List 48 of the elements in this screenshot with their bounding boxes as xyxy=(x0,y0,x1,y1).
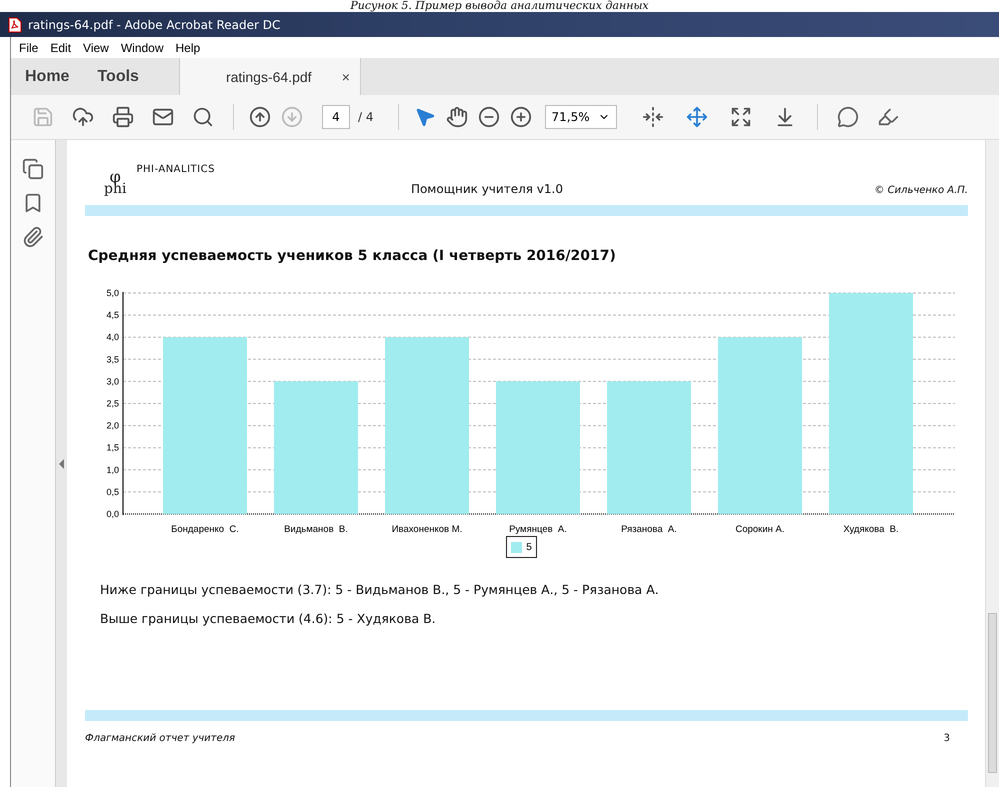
category-label: Худякова В. xyxy=(843,524,899,534)
category-label: Бондаренко С. xyxy=(171,524,239,534)
category-label: Сорокин А. xyxy=(735,524,785,534)
note-text: Ниже границы успеваемости (3.7): 5 - Видьманов В., 5 - Румянцев А., 5 - Рязанова А. xyxy=(100,582,660,597)
author: © Сильченко А.П. xyxy=(874,185,968,196)
menu-item[interactable]: File xyxy=(13,40,44,54)
app-name: Помощник учителя v1.0 xyxy=(410,182,563,196)
y-tick-label: 0,5 xyxy=(106,486,119,497)
category-label: Румянцев А. xyxy=(509,524,567,534)
y-tick-label: 1,5 xyxy=(106,442,119,453)
collapse-left-icon xyxy=(58,458,65,468)
page-number-field[interactable]: 4 xyxy=(322,105,350,129)
zoom-dropdown[interactable]: 71,5% xyxy=(544,105,616,129)
y-tick-label: 4,5 xyxy=(106,310,119,320)
page-number: 3 xyxy=(944,733,950,744)
y-tick-label: 0,0 xyxy=(106,509,119,519)
category-label: Видьманов В. xyxy=(284,524,348,534)
note-text: Выше границы успеваемости (4.6): 5 - Худякова В. xyxy=(100,611,437,626)
category-label: Рязанова А. xyxy=(621,524,677,534)
y-tick-label: 1,0 xyxy=(106,464,119,475)
menu-item[interactable]: Help xyxy=(170,40,206,54)
nav-tab[interactable]: Tools xyxy=(83,58,153,95)
paperclip-icon[interactable] xyxy=(22,226,44,248)
chart-legend: 5 xyxy=(506,536,537,558)
y-tick-label: 2,0 xyxy=(106,420,119,431)
menu-item[interactable]: Window xyxy=(114,40,170,54)
page-total: / 4 xyxy=(358,110,374,124)
y-tick-label: 2,5 xyxy=(106,398,119,408)
category-label: Ивахоненков М. xyxy=(392,524,462,534)
window-title: ratings-64.pdf - Adobe Acrobat Reader DC xyxy=(28,18,280,32)
y-tick-label: 5,0 xyxy=(106,288,119,298)
document-tab[interactable]: ratings-64.pdf × xyxy=(178,58,361,95)
y-tick-label: 3,5 xyxy=(106,354,119,364)
y-tick-label: 4,0 xyxy=(106,332,119,342)
footer-title: Флагманский отчет учителя xyxy=(85,733,236,744)
chart-title: Средняя успеваемость учеников 5 класса (I четверть 2016/2017) xyxy=(88,248,617,264)
close-tab-button[interactable]: × xyxy=(342,68,350,84)
pdf-file-icon xyxy=(8,16,22,32)
scrollbar[interactable] xyxy=(985,140,999,787)
y-tick-label: 3,0 xyxy=(106,376,119,386)
pages-icon[interactable] xyxy=(22,158,44,180)
logo: φ phi xyxy=(104,169,126,196)
figure-caption: Рисунок 5. Пример вывода аналитических данных xyxy=(350,0,649,12)
brand-name: PHI-ANALITICS xyxy=(136,164,215,175)
menu-item[interactable]: Edit xyxy=(44,40,78,54)
sidebar-toggle[interactable] xyxy=(55,140,67,787)
nav-tab[interactable]: Home xyxy=(11,58,84,95)
menu-item[interactable]: View xyxy=(77,40,115,54)
